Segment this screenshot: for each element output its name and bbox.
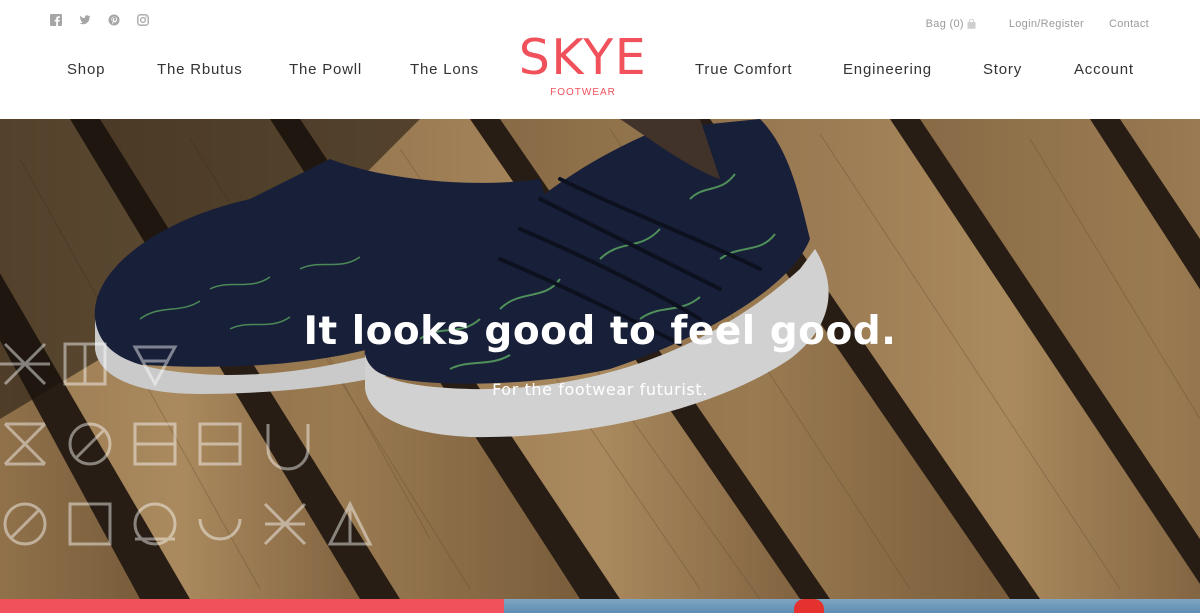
hero-subtitle: For the footwear futurist. (492, 380, 708, 399)
nav-item-the-rbutus[interactable]: The Rbutus (157, 61, 243, 78)
bag-icon (967, 18, 976, 29)
bag-link[interactable]: Bag (0) (926, 18, 976, 30)
site-header: Bag (0) Login/Register Contact Shop The … (0, 0, 1200, 119)
hero-title: It looks good to feel good. (303, 309, 897, 354)
nav-item-engineering[interactable]: Engineering (843, 61, 932, 78)
nav-item-the-lons[interactable]: The Lons (410, 61, 479, 78)
logo-subtitle: FOOTWEAR (550, 87, 616, 98)
promo-tile-left[interactable] (0, 599, 504, 613)
decorative-glyphs (0, 342, 373, 546)
social-links (50, 14, 149, 26)
brand-logo[interactable]: SKYE FOOTWEAR (516, 29, 650, 98)
twitter-icon[interactable] (79, 14, 91, 26)
nav-item-the-powll[interactable]: The Powll (289, 61, 362, 78)
nav-item-shop[interactable]: Shop (67, 61, 105, 78)
nav-item-account[interactable]: Account (1074, 61, 1134, 78)
nav-item-story[interactable]: Story (983, 61, 1022, 78)
bag-label: Bag (0) (925, 18, 964, 30)
contact-link[interactable]: Contact (1109, 18, 1149, 30)
logo-wordmark: SKYE (518, 29, 648, 86)
utility-links: Bag (0) Login/Register Contact (926, 18, 1149, 30)
instagram-icon[interactable] (137, 14, 149, 26)
nav-item-true-comfort[interactable]: True Comfort (695, 61, 792, 78)
login-register-link[interactable]: Login/Register (1009, 18, 1084, 30)
promo-tile-right[interactable] (504, 599, 1200, 613)
pinterest-icon[interactable] (108, 14, 120, 26)
promo-figure (794, 599, 824, 613)
hero-banner: It looks good to feel good. For the foot… (0, 119, 1200, 599)
facebook-icon[interactable] (50, 14, 62, 26)
